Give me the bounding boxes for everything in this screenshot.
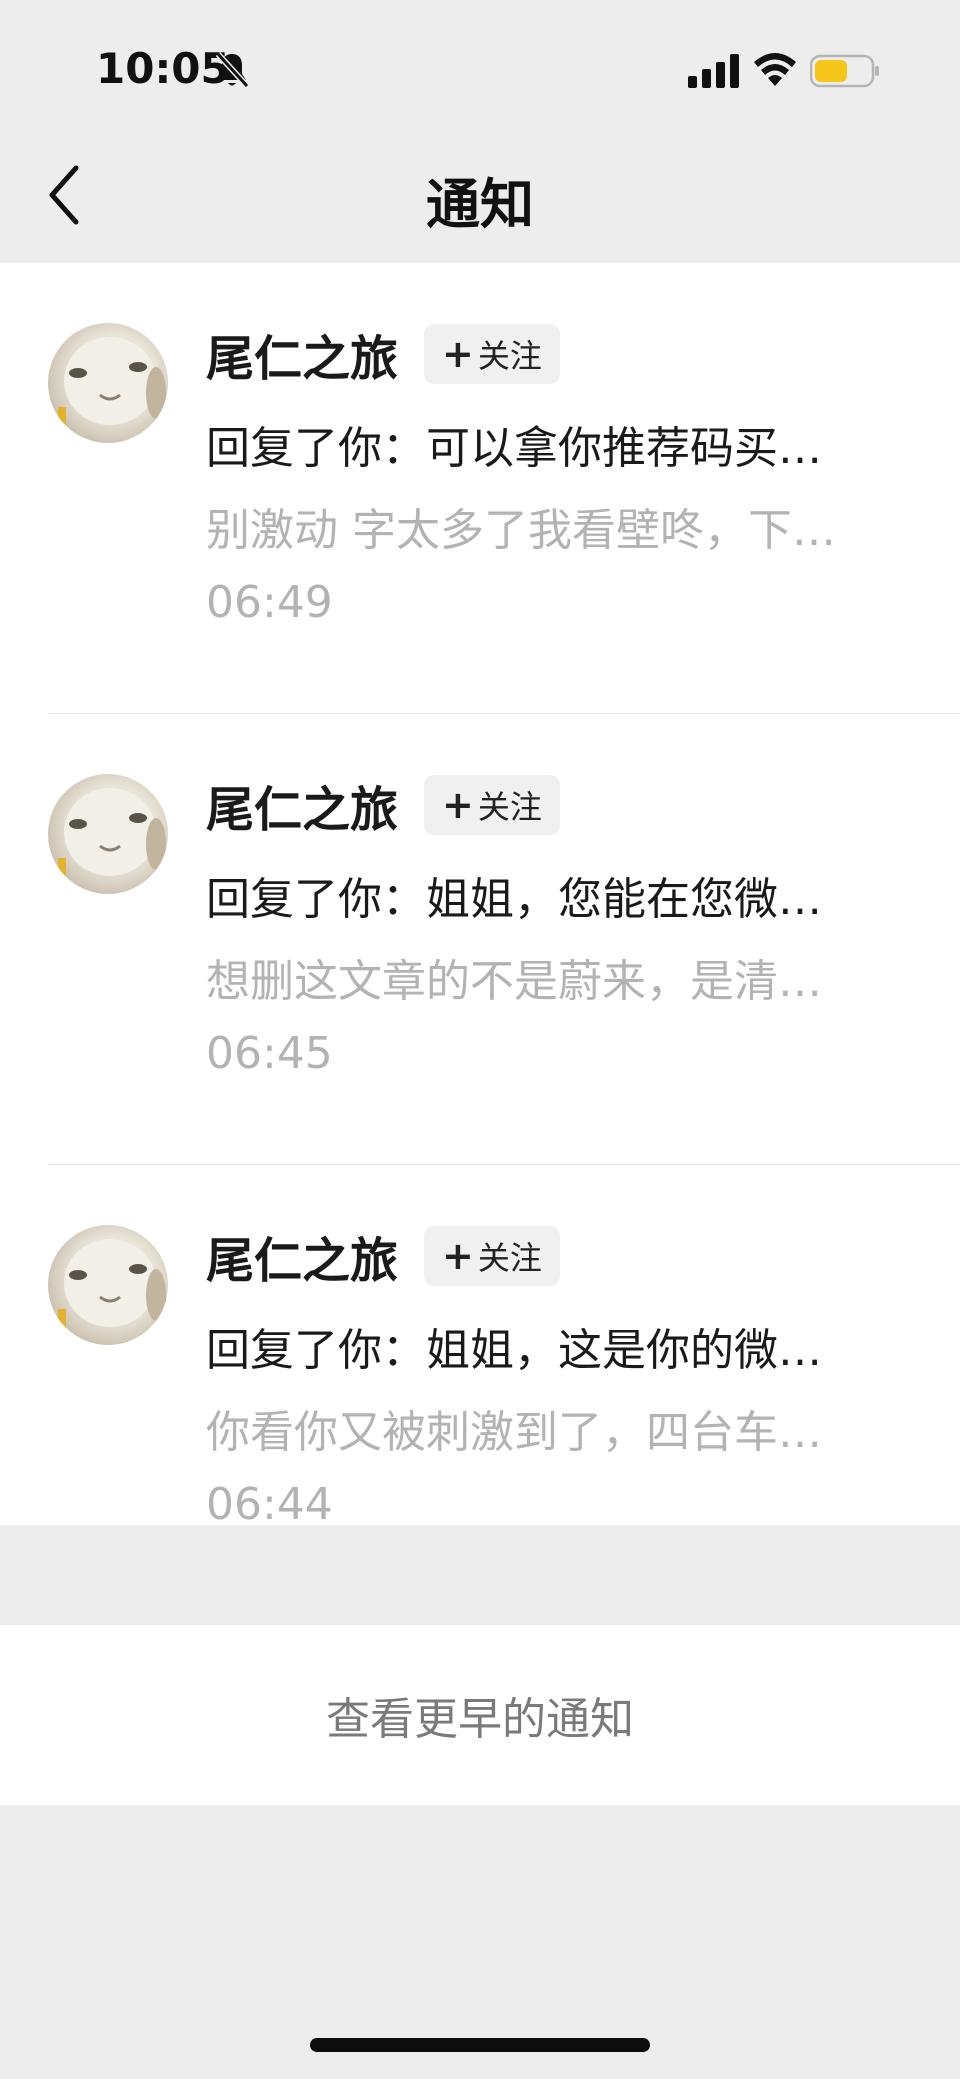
- reply-text: 回复了你：可以拿你推荐码买…: [206, 423, 822, 474]
- avatar[interactable]: [48, 323, 168, 443]
- view-earlier-button[interactable]: 查看更早的通知: [0, 1624, 960, 1805]
- name-row: 尾仁之旅 + 关注: [206, 323, 916, 387]
- cat-avatar-image: [58, 337, 166, 437]
- bell-muted-icon: [215, 51, 250, 89]
- avatar[interactable]: [48, 774, 168, 894]
- plus-icon: +: [442, 1234, 474, 1278]
- quoted-comment: 你看你又被刺激到了，四台车…: [206, 1407, 822, 1458]
- nav-bar: 通知: [0, 130, 960, 263]
- status-bar: 10:05: [0, 0, 960, 130]
- plus-icon: +: [442, 332, 474, 376]
- quoted-comment: 别激动 字太多了我看壁咚，下…: [206, 505, 836, 556]
- cat-avatar-image: [58, 1239, 166, 1339]
- wifi-icon: [754, 53, 796, 86]
- name-row: 尾仁之旅 + 关注: [206, 774, 916, 838]
- plus-icon: +: [442, 783, 474, 827]
- notification-content: 尾仁之旅 + 关注 回复了你：姐姐，这是你的微… 你看你又被刺激到了，四台车… …: [206, 1225, 916, 1533]
- avatar[interactable]: [48, 1225, 168, 1345]
- notification-item[interactable]: 尾仁之旅 + 关注 回复了你：姐姐，这是你的微… 你看你又被刺激到了，四台车… …: [48, 1164, 960, 1530]
- timestamp: 06:49: [206, 577, 333, 628]
- notification-item[interactable]: 尾仁之旅 + 关注 回复了你：可以拿你推荐码买… 别激动 字太多了我看壁咚，下……: [0, 263, 960, 713]
- cellular-signal-icon: [688, 54, 739, 88]
- page-title: 通知: [426, 173, 534, 236]
- notification-item[interactable]: 尾仁之旅 + 关注 回复了你：姐姐，您能在您微… 想删这文章的不是蔚来，是清… …: [48, 713, 960, 1164]
- notification-content: 尾仁之旅 + 关注 回复了你：可以拿你推荐码买… 别激动 字太多了我看壁咚，下……: [206, 323, 916, 631]
- notification-content: 尾仁之旅 + 关注 回复了你：姐姐，您能在您微… 想删这文章的不是蔚来，是清… …: [206, 774, 916, 1082]
- follow-label: 关注: [477, 1239, 542, 1277]
- username[interactable]: 尾仁之旅: [206, 1221, 398, 1291]
- battery-icon: [810, 54, 879, 88]
- notification-list: 尾仁之旅 + 关注 回复了你：可以拿你推荐码买… 别激动 字太多了我看壁咚，下……: [0, 263, 960, 1530]
- home-indicator[interactable]: [310, 2038, 650, 2052]
- follow-label: 关注: [477, 788, 542, 826]
- timestamp: 06:45: [206, 1028, 333, 1079]
- username[interactable]: 尾仁之旅: [206, 770, 398, 840]
- reply-text: 回复了你：姐姐，您能在您微…: [206, 874, 822, 925]
- timestamp: 06:44: [206, 1479, 333, 1530]
- quoted-comment: 想删这文章的不是蔚来，是清…: [206, 956, 822, 1007]
- follow-button[interactable]: + 关注: [424, 1226, 560, 1286]
- follow-label: 关注: [477, 337, 542, 375]
- username[interactable]: 尾仁之旅: [206, 319, 398, 389]
- reply-text: 回复了你：姐姐，这是你的微…: [206, 1325, 822, 1376]
- status-time: 10:05: [96, 44, 230, 93]
- follow-button[interactable]: + 关注: [424, 324, 560, 384]
- follow-button[interactable]: + 关注: [424, 775, 560, 835]
- name-row: 尾仁之旅 + 关注: [206, 1225, 916, 1289]
- cat-avatar-image: [58, 788, 166, 888]
